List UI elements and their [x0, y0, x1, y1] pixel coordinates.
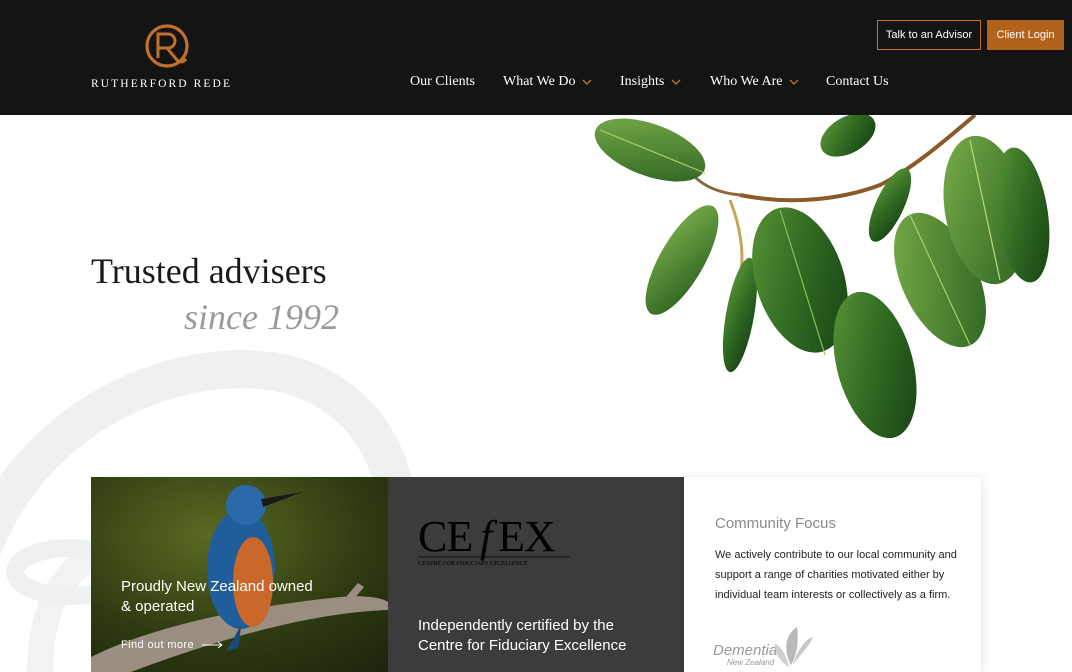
community-focus-title: Community Focus: [715, 515, 836, 532]
talk-to-advisor-button[interactable]: Talk to an Advisor: [877, 20, 981, 50]
hero-subtitle: since 1992: [184, 297, 339, 337]
nav-label: Who We Are: [710, 74, 783, 89]
svg-text:f: f: [480, 512, 498, 561]
find-out-more-link[interactable]: Find out more: [121, 639, 224, 651]
community-focus-card: Community Focus We actively contribute t…: [684, 477, 981, 672]
svg-text:Dementia: Dementia: [713, 642, 777, 659]
cefex-card: CE f EX CENTRE FOR FIDUCIARY EXCELLENCE …: [388, 477, 684, 672]
svg-text:New Zealand: New Zealand: [727, 658, 775, 667]
nav-label: What We Do: [503, 74, 576, 89]
arrow-right-icon: [202, 641, 223, 649]
nav-who-we-are[interactable]: Who We Are: [710, 74, 799, 90]
site-header: RUTHERFORD REDE Talk to an Advisor Clien…: [0, 0, 1072, 115]
nav-our-clients[interactable]: Our Clients: [410, 74, 475, 90]
svg-text:EX: EX: [498, 512, 555, 561]
nav-label: Contact Us: [826, 74, 889, 89]
hero-title: Trusted advisers: [91, 251, 327, 291]
cefex-certified-text: Independently certified by the Centre fo…: [418, 617, 627, 654]
chevron-down-icon: [582, 79, 592, 85]
svg-text:CE: CE: [418, 512, 472, 561]
find-out-more-label: Find out more: [121, 639, 195, 651]
nav-label: Insights: [620, 74, 665, 89]
chevron-down-icon: [671, 79, 681, 85]
client-login-button[interactable]: Client Login: [987, 20, 1064, 50]
nz-owned-card[interactable]: Proudly New Zealand owned & operated Fin…: [91, 477, 388, 672]
rubber-plant-leaves-image: [594, 115, 1050, 439]
nav-insights[interactable]: Insights: [620, 74, 681, 90]
monogram-r-icon: [145, 24, 189, 68]
main-navigation: Our Clients What We Do Insights Who We A…: [0, 74, 1072, 94]
nav-label: Our Clients: [410, 74, 475, 89]
dementia-nz-logo: Dementia New Zealand: [713, 627, 813, 667]
cefex-logo: CE f EX CENTRE FOR FIDUCIARY EXCELLENCE: [418, 512, 570, 567]
nav-what-we-do[interactable]: What We Do: [503, 74, 592, 90]
svg-text:CENTRE FOR FIDUCIARY EXCELLENC: CENTRE FOR FIDUCIARY EXCELLENCE: [418, 560, 528, 567]
chevron-down-icon: [789, 79, 799, 85]
nz-owned-text: Proudly New Zealand owned & operated: [121, 578, 313, 615]
community-focus-body: We actively contribute to our local comm…: [715, 549, 957, 601]
nav-contact-us[interactable]: Contact Us: [826, 74, 889, 90]
